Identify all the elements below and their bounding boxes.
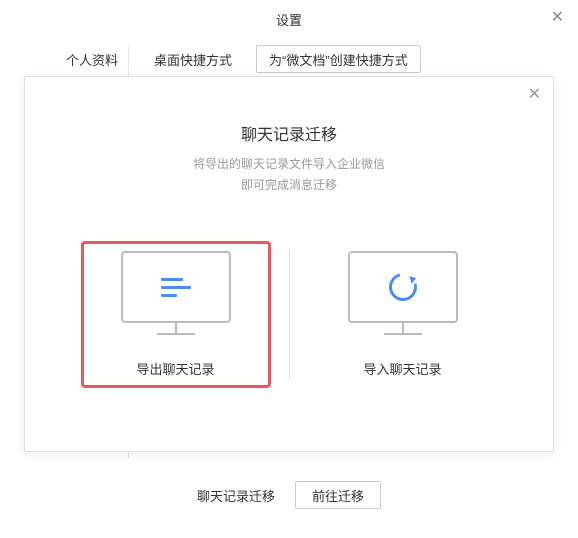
goto-migration-button[interactable]: 前往迁移 [295,481,381,509]
bottom-row: 聊天记录迁移 前往迁移 [0,452,578,538]
window-header: 设置 ✕ [0,0,578,38]
modal-close-icon[interactable]: ✕ [528,87,541,103]
refresh-icon [383,268,421,306]
export-option[interactable]: 导出聊天记录 [81,241,271,388]
tab-shortcut[interactable]: 桌面快捷方式 [136,45,250,73]
import-option[interactable]: 导入聊天记录 [308,241,498,388]
close-icon[interactable]: ✕ [551,10,564,26]
option-row: 导出聊天记录 导入聊天记录 [25,241,553,388]
tabs-row: 个人资料 桌面快捷方式 为“微文档”创建快捷方式 [0,38,578,80]
modal-subtitle-1: 将导出的聊天记录文件导入企业微信 [25,155,553,172]
monitor-icon [121,251,231,341]
modal-subtitle-2: 即可完成消息迁移 [25,176,553,193]
bottom-label: 聊天记录迁移 [197,486,275,505]
window-title: 设置 [276,10,302,29]
export-label: 导出聊天记录 [136,359,214,378]
create-shortcut-button[interactable]: 为“微文档”创建快捷方式 [256,45,421,73]
lines-icon [161,278,191,297]
migration-modal: ✕ 聊天记录迁移 将导出的聊天记录文件导入企业微信 即可完成消息迁移 导出聊天记… [24,76,554,452]
tab-profile[interactable]: 个人资料 [48,45,136,73]
import-label: 导入聊天记录 [363,359,441,378]
monitor-icon [348,251,458,341]
option-divider [289,249,290,380]
modal-title: 聊天记录迁移 [25,121,553,145]
